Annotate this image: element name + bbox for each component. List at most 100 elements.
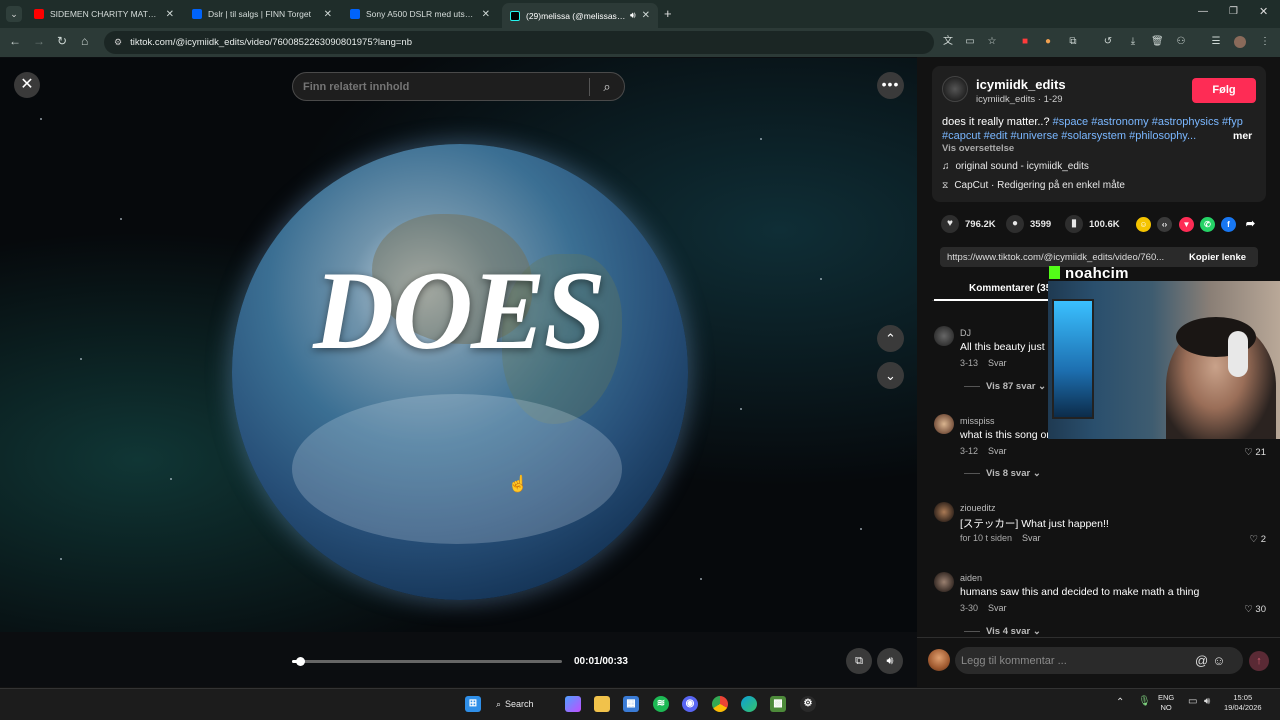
author-avatar[interactable] xyxy=(942,76,968,102)
tab-finn-dslr[interactable]: Dslr | til salgs | FINN Torget ✕ xyxy=(184,3,340,25)
share-arrow-icon[interactable]: ➦ xyxy=(1243,217,1258,232)
related-search-box[interactable]: ⌕ xyxy=(292,72,625,101)
comment-input-box[interactable]: @ ☺ xyxy=(955,647,1243,674)
tab-comments[interactable]: Kommentarer (35 xyxy=(969,283,1051,294)
menu-icon[interactable]: ⋮ xyxy=(1259,36,1271,48)
language-indicator[interactable]: ENG NO xyxy=(1158,693,1174,713)
miniplayer-button[interactable]: ⧉ xyxy=(846,648,872,674)
tab-sidemen[interactable]: SIDEMEN CHARITY MATCH 202 ✕ xyxy=(26,3,182,25)
close-video-button[interactable]: ✕ xyxy=(14,72,40,98)
clock[interactable]: 15:05 19/04/2026 xyxy=(1224,693,1262,713)
view-replies-button[interactable]: Vis 4 svar ⌄ xyxy=(964,626,1041,637)
reply-button[interactable]: Svar xyxy=(988,358,1007,368)
whatsapp-icon[interactable]: ✆ xyxy=(1200,217,1215,232)
taskbar-search[interactable]: ⌕ Search xyxy=(496,694,554,714)
minimize-button[interactable]: — xyxy=(1198,6,1208,17)
capcut-link[interactable]: ⧖ CapCut · Redigering på en enkel måte xyxy=(942,180,1125,191)
sidebar-icon[interactable]: ☰ xyxy=(1210,36,1222,48)
related-search-input[interactable] xyxy=(293,80,589,93)
like-button[interactable]: ♥ 796.2K xyxy=(941,215,996,233)
close-icon[interactable]: ✕ xyxy=(166,9,174,20)
microphone-icon[interactable]: 🎙︎ xyxy=(1138,696,1151,707)
emoji-icon[interactable]: ☺ xyxy=(1212,653,1225,668)
cast-icon[interactable]: ▭ xyxy=(964,36,976,48)
back-icon[interactable]: ← xyxy=(9,34,21,48)
new-tab-button[interactable]: + xyxy=(664,6,672,21)
bookmark-star-icon[interactable]: ☆ xyxy=(986,36,998,48)
embed-icon[interactable]: ‹› xyxy=(1157,217,1172,232)
comment-username[interactable]: zioueditz xyxy=(960,503,996,513)
comment-username[interactable]: misspiss xyxy=(960,416,995,426)
steam-icon[interactable]: ⚙ xyxy=(800,696,816,712)
copy-link-button[interactable]: Kopier lenke xyxy=(1189,252,1246,263)
emoji-share-icon[interactable]: ☺ xyxy=(1136,217,1151,232)
next-video-button[interactable]: ⌄ xyxy=(877,362,904,389)
extension-red-icon[interactable]: ■ xyxy=(1019,36,1031,48)
more-description-link[interactable]: mer xyxy=(1233,130,1252,142)
close-icon[interactable]: ✕ xyxy=(324,9,332,20)
comment-like[interactable]: ♡ 30 xyxy=(1244,604,1266,615)
extension-orange-icon[interactable]: ● xyxy=(1042,36,1054,48)
window-close-button[interactable]: ✕ xyxy=(1259,5,1268,18)
view-replies-button[interactable]: Vis 87 svar ⌄ xyxy=(964,381,1046,392)
translate-icon[interactable]: 文 xyxy=(942,36,954,48)
send-comment-button[interactable]: ↑ xyxy=(1249,651,1269,671)
facebook-icon[interactable]: f xyxy=(1221,217,1236,232)
hashtags[interactable]: #space #astronomy #astrophysics #fyp xyxy=(1053,116,1243,128)
commenter-avatar[interactable] xyxy=(934,326,954,346)
tab-sony-a500[interactable]: Sony A500 DSLR med utstyrspa ✕ xyxy=(342,3,498,25)
reply-button[interactable]: Svar xyxy=(988,446,1007,456)
extension-icon[interactable]: ⚇ xyxy=(1175,36,1187,48)
volume-button[interactable]: 🔊︎ xyxy=(877,648,903,674)
previous-video-button[interactable]: ⌃ xyxy=(877,325,904,352)
edge-icon[interactable] xyxy=(741,696,757,712)
profile-avatar[interactable] xyxy=(1234,36,1246,48)
trash-icon[interactable]: 🗑︎ xyxy=(1151,36,1164,48)
comment-input[interactable] xyxy=(961,654,1191,667)
download-icon[interactable]: ⤓ xyxy=(1127,36,1139,48)
url-field[interactable]: ⚙ tiktok.com/@icymiidk_edits/video/76008… xyxy=(104,31,934,54)
comment-like[interactable]: ♡ 2 xyxy=(1250,534,1266,545)
tab-tiktok[interactable]: (29)melissa (@melissas.3) | 🔊︎ ✕ xyxy=(502,3,658,28)
reply-button[interactable]: Svar xyxy=(988,603,1007,613)
home-icon[interactable]: ⌂ xyxy=(81,34,88,48)
commenter-avatar[interactable] xyxy=(934,502,954,522)
minecraft-icon[interactable]: ▩ xyxy=(770,696,786,712)
view-replies-button[interactable]: Vis 8 svar ⌄ xyxy=(964,468,1041,479)
site-info-icon[interactable]: ⚙ xyxy=(114,37,122,48)
send-to-friends-icon[interactable]: ▼ xyxy=(1179,217,1194,232)
windows-start-icon[interactable]: ⊞ xyxy=(465,696,481,712)
comment-username[interactable]: DJ xyxy=(960,328,971,338)
tray-overflow-icon[interactable]: ⌃ xyxy=(1116,697,1124,708)
more-options-button[interactable]: ••• xyxy=(877,72,904,99)
discord-icon[interactable]: ◉ xyxy=(682,696,698,712)
comment-button[interactable]: ● 3599 xyxy=(1006,215,1051,233)
forward-icon[interactable]: → xyxy=(33,34,45,48)
comment-like[interactable]: ♡ 21 xyxy=(1244,447,1266,458)
video-link-text[interactable]: https://www.tiktok.com/@icymiidk_edits/v… xyxy=(947,252,1175,263)
volume-tray-icon[interactable]: 🔊︎ xyxy=(1204,696,1210,707)
spotify-icon[interactable]: ≋ xyxy=(653,696,669,712)
restore-button[interactable]: ❐ xyxy=(1229,6,1238,17)
search-icon[interactable]: ⌕ xyxy=(590,79,624,95)
close-icon[interactable]: ✕ xyxy=(642,10,650,21)
history-icon[interactable]: ↺ xyxy=(1102,36,1114,48)
speaker-icon[interactable]: 🔊︎ xyxy=(630,10,636,21)
commenter-avatar[interactable] xyxy=(934,572,954,592)
author-username[interactable]: icymiidk_edits xyxy=(976,77,1066,92)
video-progress-bar[interactable] xyxy=(292,657,562,666)
hashtags[interactable]: #capcut #edit #universe #solarsystem #ph… xyxy=(942,130,1196,142)
save-button[interactable]: ▮ 100.6K xyxy=(1065,215,1120,233)
tab-list-dropdown[interactable]: ⌄ xyxy=(6,6,22,22)
file-explorer-icon[interactable] xyxy=(594,696,610,712)
reload-icon[interactable]: ↻ xyxy=(57,34,67,48)
follow-button[interactable]: Følg xyxy=(1192,78,1256,103)
mention-icon[interactable]: @ xyxy=(1195,653,1208,668)
network-icon[interactable]: ▭ xyxy=(1188,696,1197,707)
chrome-icon[interactable] xyxy=(712,696,728,712)
microsoft-store-icon[interactable]: ▦ xyxy=(623,696,639,712)
copilot-icon[interactable] xyxy=(565,696,581,712)
show-translation-link[interactable]: Vis oversettelse xyxy=(942,143,1014,154)
comment-username[interactable]: aiden xyxy=(960,573,982,583)
commenter-avatar[interactable] xyxy=(934,414,954,434)
